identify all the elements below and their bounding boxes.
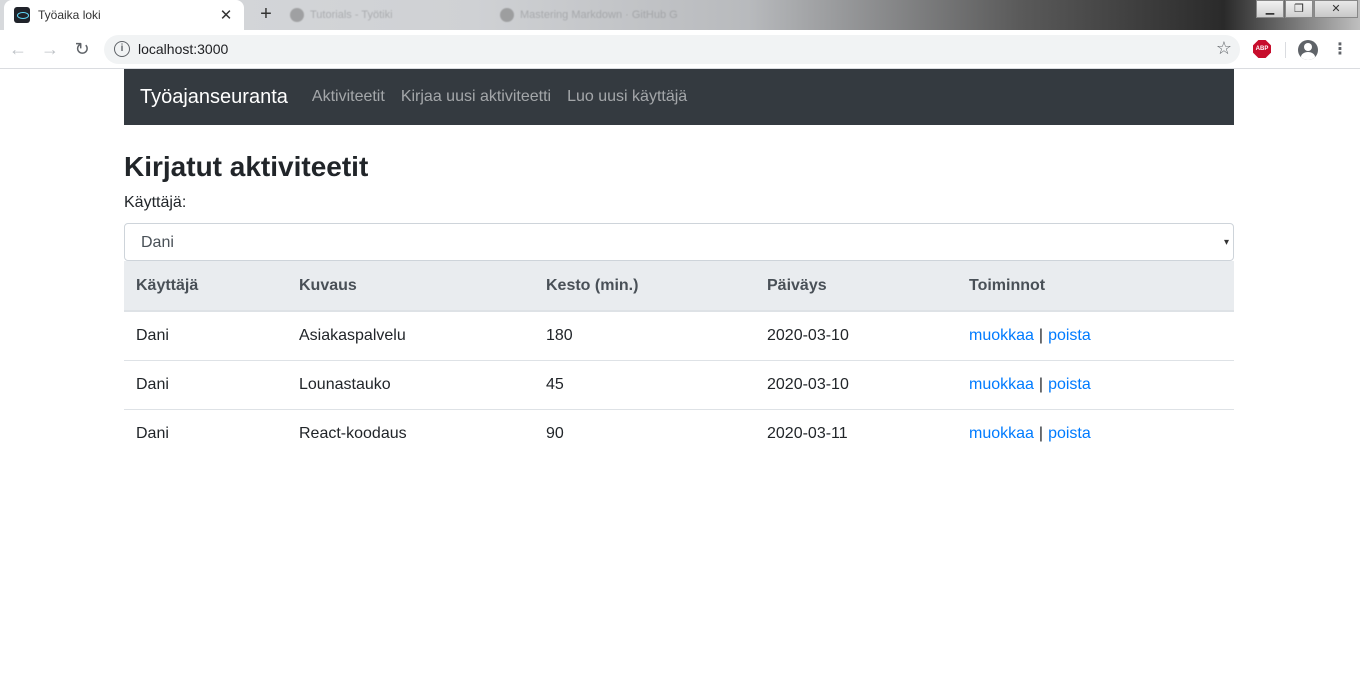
delete-link[interactable]: poista bbox=[1048, 327, 1091, 344]
nav-link-kirjaa-uusi[interactable]: Kirjaa uusi aktiviteetti bbox=[401, 88, 551, 106]
close-window-button[interactable]: ✕ bbox=[1314, 0, 1358, 18]
main-content: Kirjatut aktiviteetit Käyttäjä: Dani ▾ K… bbox=[124, 125, 1234, 458]
action-separator: | bbox=[1038, 326, 1044, 344]
navbar-brand[interactable]: Työajanseuranta bbox=[140, 86, 288, 109]
user-select[interactable]: Dani ▾ bbox=[124, 223, 1234, 261]
cell-actions: muokkaa | poista bbox=[957, 409, 1234, 458]
column-header-duration: Kesto (min.) bbox=[534, 261, 755, 312]
toolbar-divider bbox=[1285, 42, 1286, 58]
tab-title: Tutorials - Työtiki bbox=[310, 9, 393, 21]
nav-link-aktiviteetit[interactable]: Aktiviteetit bbox=[312, 88, 385, 106]
table-row: Dani Asiakaspalvelu 180 2020-03-10 muokk… bbox=[124, 311, 1234, 361]
back-icon[interactable]: ← bbox=[8, 39, 28, 59]
tab-title: Mastering Markdown · GitHub G bbox=[520, 9, 678, 21]
info-icon[interactable]: i bbox=[114, 41, 130, 57]
profile-avatar-icon[interactable] bbox=[1298, 40, 1318, 60]
cell-date: 2020-03-10 bbox=[755, 360, 957, 410]
column-header-actions: Toiminnot bbox=[957, 261, 1234, 312]
url-text[interactable]: localhost:3000 bbox=[138, 41, 228, 57]
edit-link[interactable]: muokkaa bbox=[969, 327, 1034, 344]
reload-icon[interactable]: ↻ bbox=[72, 39, 92, 59]
cell-duration: 180 bbox=[534, 311, 755, 361]
new-tab-button[interactable]: + bbox=[256, 4, 276, 24]
user-select-value: Dani bbox=[141, 234, 174, 251]
column-header-description: Kuvaus bbox=[287, 261, 534, 312]
tab-favicon-icon bbox=[290, 8, 304, 22]
cell-actions: muokkaa | poista bbox=[957, 311, 1234, 361]
app-navbar: Työajanseuranta Aktiviteetit Kirjaa uusi… bbox=[124, 69, 1234, 125]
user-select-label: Käyttäjä: bbox=[124, 194, 187, 211]
address-bar[interactable]: i localhost:3000 ☆ bbox=[104, 35, 1240, 64]
restore-button[interactable]: ❐ bbox=[1285, 0, 1313, 18]
cell-user: Dani bbox=[136, 424, 169, 442]
delete-link[interactable]: poista bbox=[1048, 425, 1091, 442]
nav-link-luo-kayttaja[interactable]: Luo uusi käyttäjä bbox=[567, 88, 687, 106]
edit-link[interactable]: muokkaa bbox=[969, 425, 1034, 442]
cell-date: 2020-03-11 bbox=[767, 424, 848, 442]
window-controls: ▁ ❐ ✕ bbox=[1255, 0, 1358, 18]
browser-tab-background-1[interactable]: Tutorials - Työtiki bbox=[282, 4, 482, 26]
column-header-user: Käyttäjä bbox=[124, 261, 287, 312]
cell-actions: muokkaa | poista bbox=[957, 360, 1234, 410]
activities-table: Käyttäjä Kuvaus Kesto (min.) Päiväys Toi… bbox=[124, 261, 1234, 458]
page-title: Kirjatut aktiviteetit bbox=[124, 151, 369, 182]
action-separator: | bbox=[1038, 375, 1044, 393]
action-separator: | bbox=[1038, 424, 1044, 442]
react-favicon-icon bbox=[14, 7, 30, 23]
github-favicon-icon bbox=[500, 8, 514, 22]
bookmark-star-icon[interactable]: ☆ bbox=[1216, 38, 1232, 59]
cell-date: 2020-03-10 bbox=[755, 311, 957, 361]
table-row: Dani React-koodaus 90 2020-03-11 muokkaa… bbox=[124, 409, 1234, 458]
edit-link[interactable]: muokkaa bbox=[969, 376, 1034, 393]
browser-menu-icon[interactable]: ⋮ bbox=[1332, 39, 1348, 61]
browser-tab-active[interactable]: Työaika loki ✕ bbox=[4, 0, 244, 30]
chevron-down-icon: ▾ bbox=[1223, 237, 1229, 248]
table-header-row: Käyttäjä Kuvaus Kesto (min.) Päiväys Toi… bbox=[124, 261, 1234, 312]
forward-icon[interactable]: → bbox=[40, 39, 60, 59]
minimize-button[interactable]: ▁ bbox=[1256, 0, 1284, 18]
cell-description: Lounastauko bbox=[287, 360, 534, 410]
cell-user: Dani bbox=[124, 360, 287, 410]
browser-tab-strip: Työaika loki ✕ + Tutorials - Työtiki Mas… bbox=[0, 0, 1360, 30]
cell-description: React-koodaus bbox=[299, 424, 407, 442]
browser-toolbar: ← → ↻ i localhost:3000 ☆ bbox=[0, 30, 1360, 69]
table-row: Dani Lounastauko 45 2020-03-10 muokkaa | p… bbox=[124, 360, 1234, 410]
tab-close-icon[interactable]: ✕ bbox=[218, 6, 234, 24]
browser-tab-background-2[interactable]: Mastering Markdown · GitHub G bbox=[492, 4, 712, 26]
cell-duration: 45 bbox=[534, 360, 755, 410]
cell-description: Asiakaspalvelu bbox=[287, 311, 534, 361]
cell-duration: 90 bbox=[546, 424, 564, 442]
column-header-date: Päiväys bbox=[755, 261, 957, 312]
delete-link[interactable]: poista bbox=[1048, 376, 1091, 393]
cell-user: Dani bbox=[124, 311, 287, 361]
tab-title: Työaika loki bbox=[38, 8, 101, 22]
